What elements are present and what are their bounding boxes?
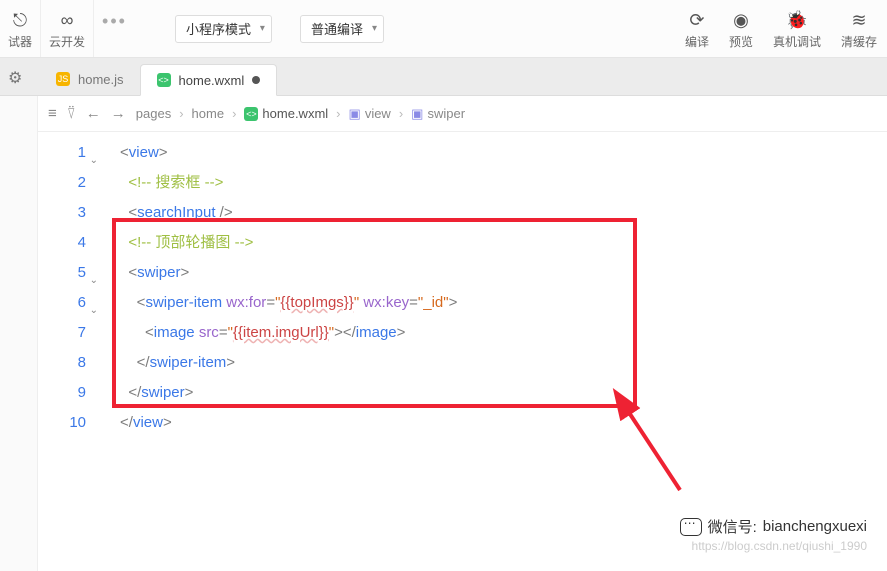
more-group[interactable]: ••• xyxy=(94,0,135,57)
code-line[interactable]: <view> xyxy=(120,138,887,168)
debugger-icon: ⎋ xyxy=(13,9,27,31)
file-wxml-icon: <> xyxy=(157,73,171,87)
more-icon: ••• xyxy=(102,11,127,33)
code-line[interactable]: <swiper-item wx:for="{{topImgs}}" wx:key… xyxy=(120,288,887,318)
code-line[interactable]: <!-- 搜索框 --> xyxy=(120,168,887,198)
breadcrumb-item[interactable]: pages xyxy=(136,106,171,121)
forward-icon[interactable]: → xyxy=(111,105,126,122)
breadcrumb-item[interactable]: <> home.wxml xyxy=(244,106,328,121)
clear-cache-button[interactable]: ≋ 清缓存 xyxy=(831,0,887,57)
code-line[interactable]: </swiper> xyxy=(120,378,887,408)
debugger-group[interactable]: ⎋ 试器 xyxy=(0,0,41,57)
bookmark-icon[interactable]: ⍢ xyxy=(67,105,76,122)
file-wxml-icon: <> xyxy=(244,107,258,121)
code-line[interactable]: <image src="{{item.imgUrl}}"></image> xyxy=(120,318,887,348)
code-line[interactable]: <searchInput /> xyxy=(120,198,887,228)
breadcrumb: pages›home›<> home.wxml›▣ view›▣ swiper xyxy=(136,106,465,122)
eye-icon: ◉ xyxy=(733,9,749,31)
gear-icon[interactable]: ⚙ xyxy=(8,68,22,88)
mode-select-wrap: 小程序模式 xyxy=(175,0,280,57)
watermark-label: 微信号: xyxy=(708,516,757,537)
breadcrumb-item[interactable]: home xyxy=(192,106,225,121)
right-actions: ⟳ 编译 ◉ 预览 🐞 真机调试 ≋ 清缓存 xyxy=(675,0,887,57)
bug-icon: 🐞 xyxy=(786,9,808,31)
refresh-icon: ⟳ xyxy=(689,9,704,31)
cube-icon: ▣ xyxy=(349,106,361,122)
mode-select[interactable]: 小程序模式 xyxy=(175,15,272,43)
dirty-dot-icon xyxy=(252,76,260,84)
top-toolbar: ⎋ 试器 ∞ 云开发 ••• 小程序模式 普通编译 ⟳ 编译 ◉ 预览 🐞 真机… xyxy=(0,0,887,58)
layers-icon: ≋ xyxy=(851,9,866,31)
cloud-dev-group[interactable]: ∞ 云开发 xyxy=(41,0,94,57)
breadcrumb-item[interactable]: ▣ view xyxy=(349,106,391,122)
tab-home-wxml[interactable]: <> home.wxml xyxy=(140,64,278,96)
compile-button[interactable]: ⟳ 编译 xyxy=(675,0,719,57)
debugger-label: 试器 xyxy=(8,33,32,50)
cube-icon: ▣ xyxy=(411,106,423,122)
code-line[interactable]: </swiper-item> xyxy=(120,348,887,378)
compile-select-wrap: 普通编译 xyxy=(300,0,392,57)
tab-home-js[interactable]: JS home.js xyxy=(40,63,140,95)
wechat-icon xyxy=(680,518,702,536)
code-line[interactable]: <swiper> xyxy=(120,258,887,288)
watermark-url: https://blog.csdn.net/qiushi_1990 xyxy=(680,539,867,553)
watermark: 微信号: bianchengxuexi https://blog.csdn.ne… xyxy=(680,516,867,553)
watermark-value: bianchengxuexi xyxy=(763,518,867,535)
real-device-button[interactable]: 🐞 真机调试 xyxy=(763,0,831,57)
back-icon[interactable]: ← xyxy=(86,105,101,122)
editor-row: ≡ ⍢ ← → pages›home›<> home.wxml›▣ view›▣… xyxy=(0,96,887,571)
breadcrumb-item[interactable]: ▣ swiper xyxy=(411,106,465,122)
editor: ≡ ⍢ ← → pages›home›<> home.wxml›▣ view›▣… xyxy=(38,96,887,571)
breadcrumb-bar: ≡ ⍢ ← → pages›home›<> home.wxml›▣ view›▣… xyxy=(38,96,887,132)
cloud-dev-icon: ∞ xyxy=(61,9,74,31)
tab-label: home.wxml xyxy=(179,73,245,88)
list-icon[interactable]: ≡ xyxy=(48,105,57,122)
tab-label: home.js xyxy=(78,72,124,87)
line-gutter: 1⌄2345⌄6⌄78910 xyxy=(38,132,96,571)
compile-select[interactable]: 普通编译 xyxy=(300,15,384,43)
left-rail xyxy=(0,96,38,571)
code-line[interactable]: </view> xyxy=(120,408,887,438)
tab-strip: ⚙ JS home.js <> home.wxml xyxy=(0,58,887,96)
cloud-dev-label: 云开发 xyxy=(49,33,85,50)
code-lines[interactable]: <view> <!-- 搜索框 --> <searchInput /> <!--… xyxy=(96,132,887,571)
code-area[interactable]: 1⌄2345⌄6⌄78910 <view> <!-- 搜索框 --> <sear… xyxy=(38,132,887,571)
code-line[interactable]: <!-- 顶部轮播图 --> xyxy=(120,228,887,258)
preview-button[interactable]: ◉ 预览 xyxy=(719,0,763,57)
file-js-icon: JS xyxy=(56,72,70,86)
